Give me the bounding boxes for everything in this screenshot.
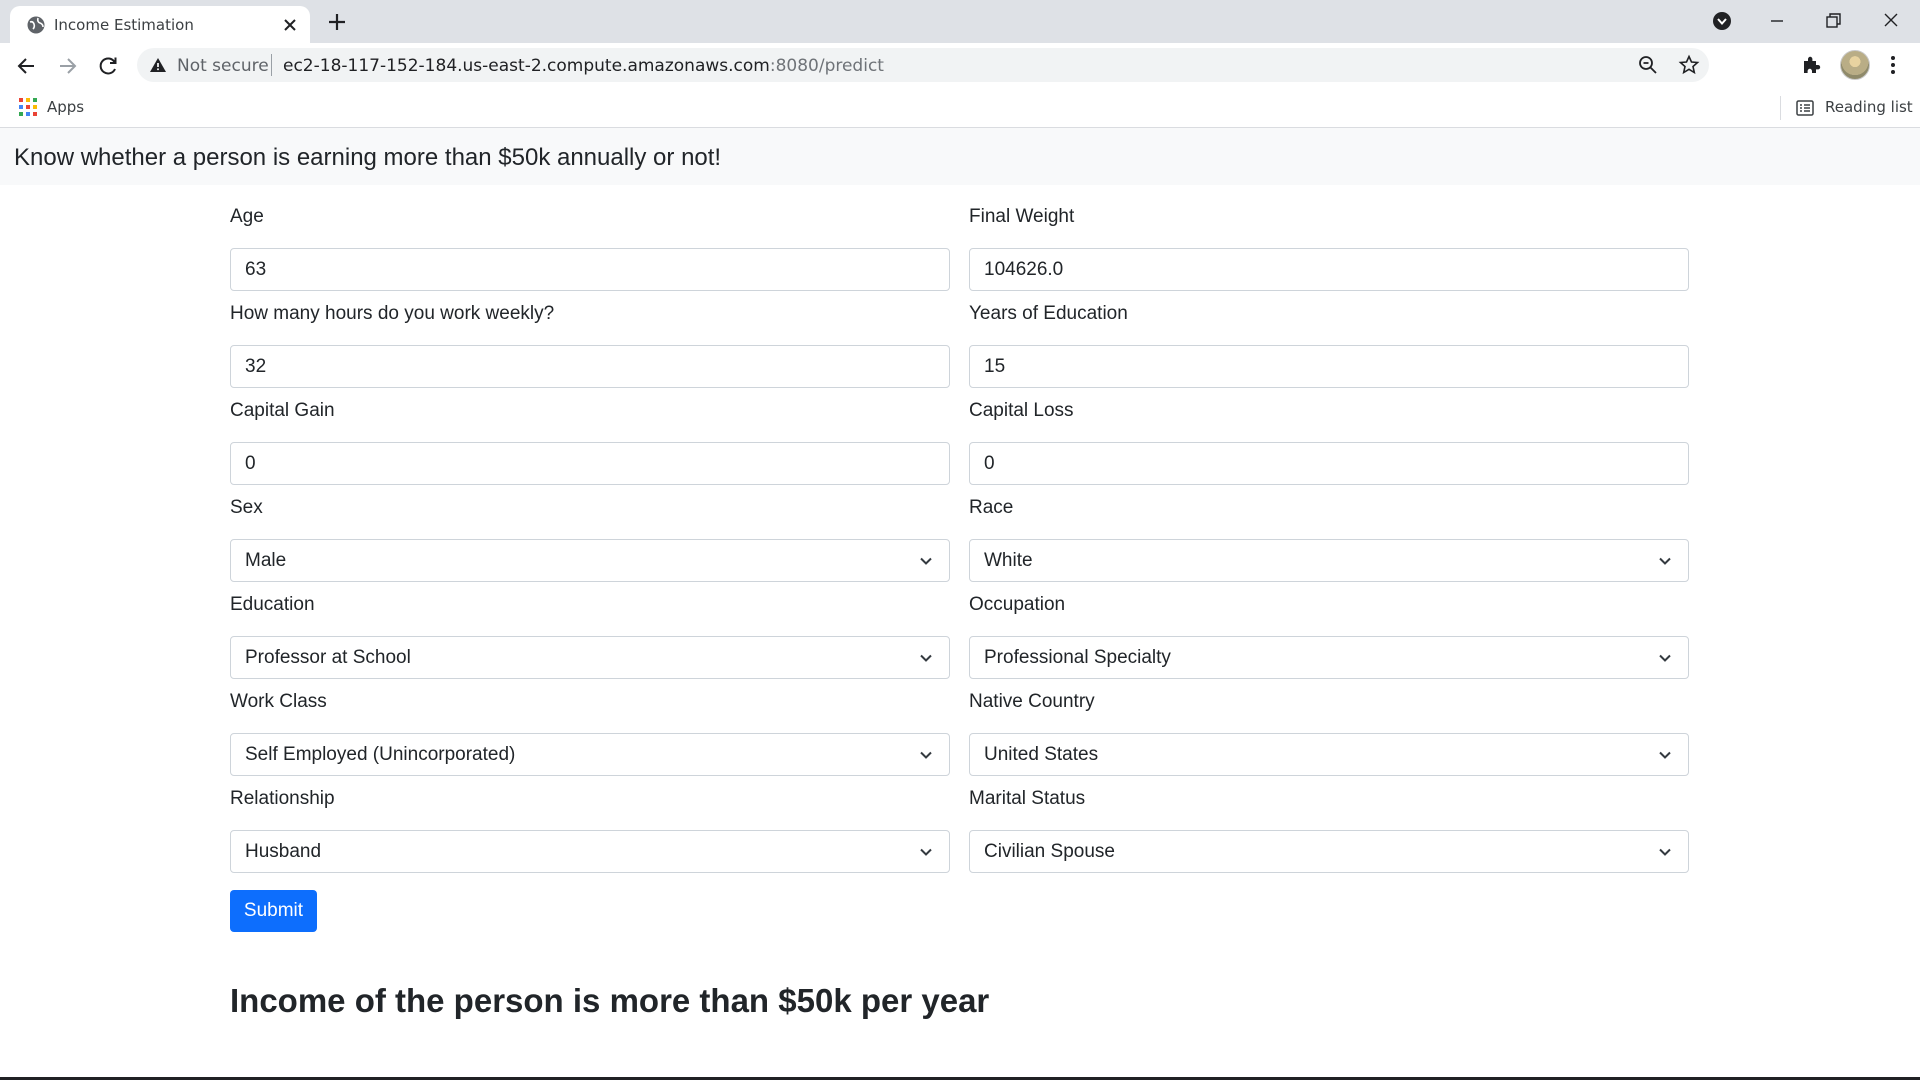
occupation-value: Professional Specialty	[984, 647, 1171, 668]
relationship-select[interactable]: Husband	[230, 830, 950, 873]
minimize-icon[interactable]	[1762, 6, 1792, 36]
occupation-select[interactable]: Professional Specialty	[969, 636, 1689, 679]
final-weight-input[interactable]: 104626.0	[969, 248, 1689, 291]
new-tab-icon[interactable]	[325, 10, 349, 34]
url-path: :8080/predict	[769, 56, 884, 76]
reload-icon[interactable]	[95, 53, 121, 79]
capital-gain-group: Capital Gain 0	[230, 399, 950, 485]
prediction-result: Income of the person is more than $50k p…	[230, 982, 990, 1019]
restore-icon[interactable]	[1818, 6, 1848, 36]
chevron-down-icon	[1659, 848, 1671, 856]
chevron-down-icon	[1659, 751, 1671, 759]
security-status[interactable]: Not secure	[177, 56, 269, 76]
relationship-group: Relationship Husband	[230, 787, 950, 873]
tab-strip: Income Estimation	[0, 0, 1920, 43]
bookmarks-bar: Apps Reading list	[0, 88, 1920, 128]
sex-value: Male	[245, 550, 287, 571]
apps-grid-icon[interactable]	[19, 98, 37, 116]
warning-icon[interactable]	[149, 56, 167, 74]
race-select[interactable]: White	[969, 539, 1689, 582]
native-country-group: Native Country United States	[969, 690, 1689, 776]
sex-select[interactable]: Male	[230, 539, 950, 582]
education-value: Professor at School	[245, 647, 411, 668]
education-label: Education	[230, 594, 315, 615]
capital-gain-label: Capital Gain	[230, 400, 335, 421]
work-class-value: Self Employed (Unincorporated)	[245, 744, 516, 765]
chevron-down-icon	[1659, 557, 1671, 565]
bookmark-star-icon[interactable]	[1678, 54, 1700, 76]
marital-status-group: Marital Status Civilian Spouse	[969, 787, 1689, 873]
extensions-icon[interactable]	[1799, 52, 1825, 78]
age-group: Age 63	[230, 205, 950, 291]
tab-title: Income Estimation	[54, 16, 194, 34]
work-class-label: Work Class	[230, 691, 327, 712]
race-value: White	[984, 550, 1033, 571]
profile-avatar[interactable]	[1840, 50, 1870, 80]
address-bar[interactable]: Not secure ec2-18-117-152-184.us-east-2.…	[137, 48, 1709, 82]
url-text[interactable]: ec2-18-117-152-184.us-east-2.compute.ama…	[283, 56, 884, 76]
years-education-group: Years of Education 15	[969, 302, 1689, 388]
work-class-select[interactable]: Self Employed (Unincorporated)	[230, 733, 950, 776]
final-weight-label: Final Weight	[969, 206, 1075, 227]
years-education-label: Years of Education	[969, 303, 1128, 324]
occupation-group: Occupation Professional Specialty	[969, 593, 1689, 679]
hours-group: How many hours do you work weekly? 32	[230, 302, 950, 388]
native-country-select[interactable]: United States	[969, 733, 1689, 776]
race-group: Race White	[969, 496, 1689, 582]
chevron-down-icon	[920, 654, 932, 662]
marital-status-select[interactable]: Civilian Spouse	[969, 830, 1689, 873]
apps-shortcut[interactable]: Apps	[47, 98, 84, 116]
navbar-brand[interactable]: Know whether a person is earning more th…	[14, 144, 721, 172]
native-country-label: Native Country	[969, 691, 1095, 712]
marital-status-label: Marital Status	[969, 788, 1086, 809]
submit-button[interactable]: Submit	[230, 890, 317, 932]
reading-list-icon[interactable]	[1795, 98, 1815, 118]
hours-input[interactable]: 32	[230, 345, 950, 388]
sex-label: Sex	[230, 497, 263, 518]
education-group: Education Professor at School	[230, 593, 950, 679]
chevron-down-icon	[920, 751, 932, 759]
chevron-down-icon	[920, 848, 932, 856]
tab-search-icon[interactable]	[1707, 6, 1737, 36]
age-label: Age	[230, 206, 264, 227]
relationship-value: Husband	[245, 841, 322, 862]
back-icon[interactable]	[14, 53, 40, 79]
close-window-icon[interactable]	[1876, 6, 1906, 36]
forward-icon[interactable]	[54, 53, 80, 79]
years-education-input[interactable]: 15	[969, 345, 1689, 388]
address-divider	[271, 54, 272, 76]
url-host: ec2-18-117-152-184.us-east-2.compute.ama…	[283, 56, 770, 76]
age-input[interactable]: 63	[230, 248, 950, 291]
education-select[interactable]: Professor at School	[230, 636, 950, 679]
relationship-label: Relationship	[230, 788, 335, 809]
reading-list-button[interactable]: Reading list	[1825, 98, 1913, 116]
occupation-label: Occupation	[969, 594, 1066, 615]
capital-loss-label: Capital Loss	[969, 400, 1074, 421]
work-class-group: Work Class Self Employed (Unincorporated…	[230, 690, 950, 776]
capital-gain-input[interactable]: 0	[230, 442, 950, 485]
close-tab-icon[interactable]	[280, 15, 300, 35]
final-weight-group: Final Weight 104626.0	[969, 205, 1689, 291]
native-country-value: United States	[984, 744, 1099, 765]
browser-tab[interactable]: Income Estimation	[10, 6, 310, 43]
capital-loss-input[interactable]: 0	[969, 442, 1689, 485]
chevron-down-icon	[920, 557, 932, 565]
capital-loss-group: Capital Loss 0	[969, 399, 1689, 485]
chevron-down-icon	[1659, 654, 1671, 662]
race-label: Race	[969, 497, 1014, 518]
bookmarks-divider	[1780, 96, 1781, 120]
sex-group: Sex Male	[230, 496, 950, 582]
browser-toolbar: Not secure ec2-18-117-152-184.us-east-2.…	[0, 43, 1920, 88]
zoom-icon[interactable]	[1637, 54, 1659, 76]
menu-kebab-icon[interactable]	[1880, 52, 1906, 78]
page-navbar: Know whether a person is earning more th…	[0, 128, 1920, 185]
hours-label: How many hours do you work weekly?	[230, 303, 555, 324]
globe-icon	[27, 16, 45, 34]
marital-status-value: Civilian Spouse	[984, 841, 1115, 862]
